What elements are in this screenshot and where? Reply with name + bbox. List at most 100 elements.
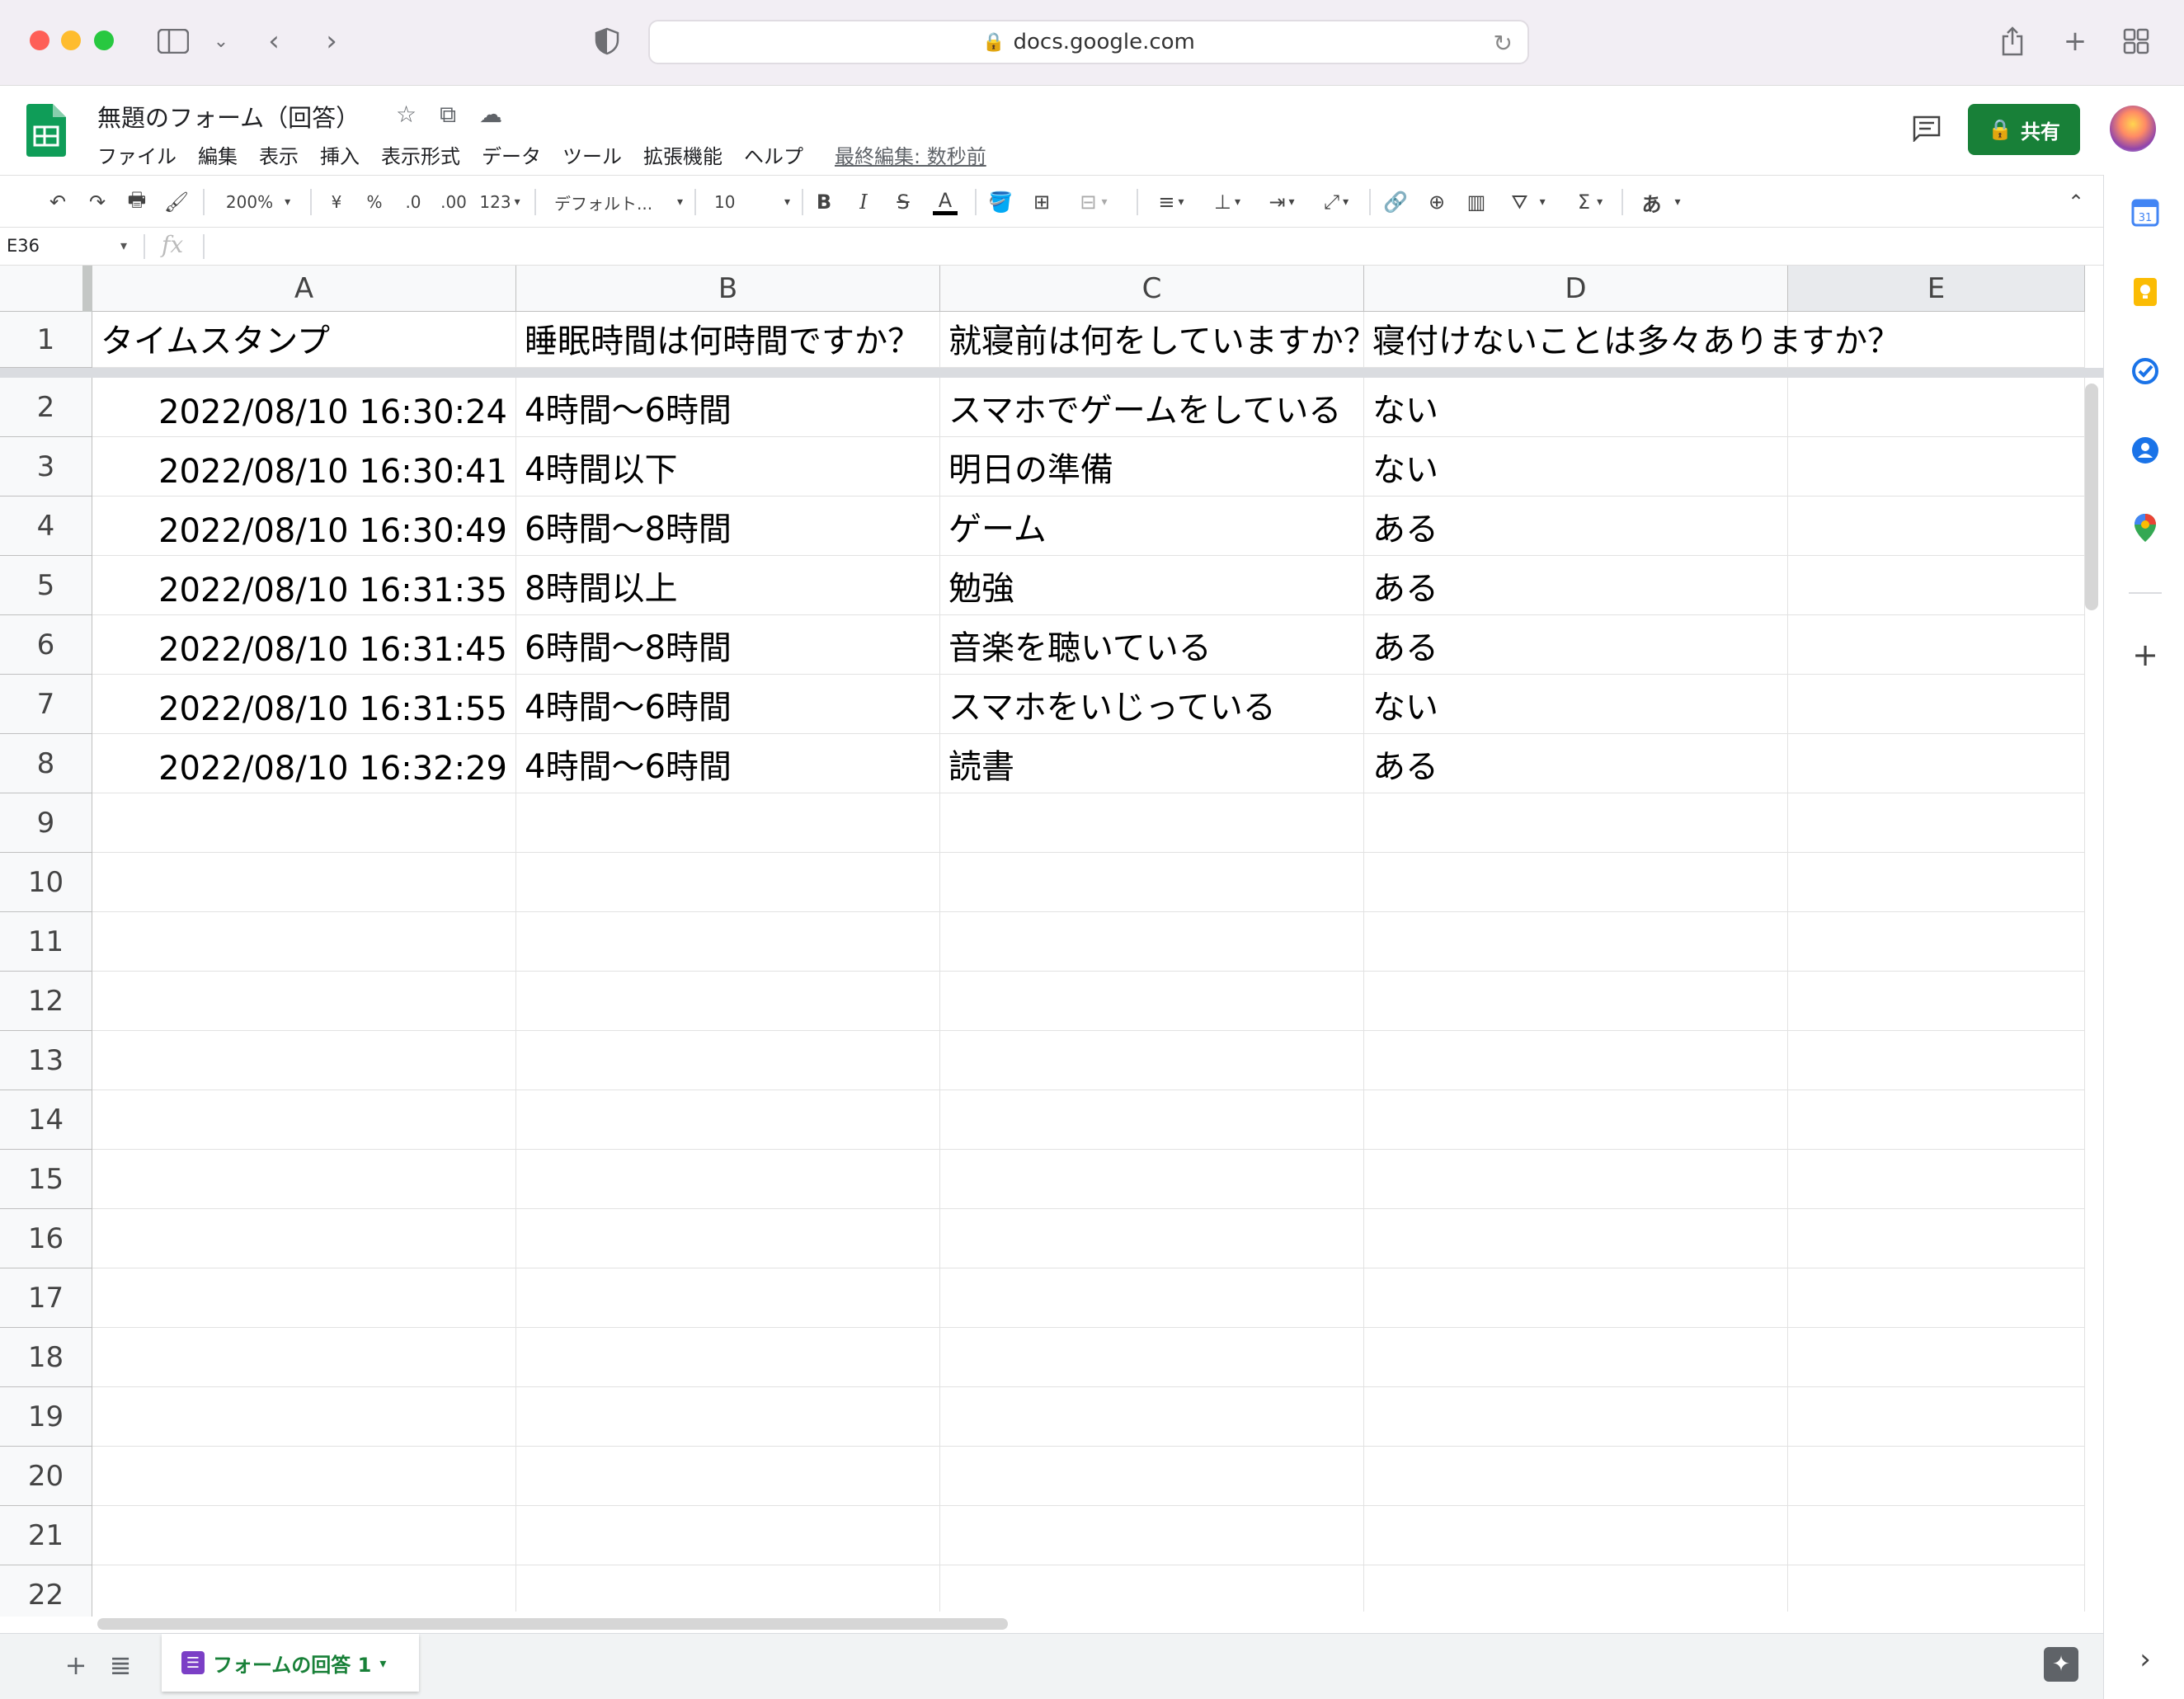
column-header-d[interactable]: D (1364, 266, 1788, 312)
table-cell[interactable] (92, 1447, 516, 1506)
table-cell[interactable] (92, 972, 516, 1031)
table-cell[interactable]: ゲーム (940, 497, 1364, 556)
menu-view[interactable]: 表示 (259, 140, 299, 169)
table-cell[interactable] (1788, 912, 2085, 972)
print-icon[interactable]: 🖶 (122, 186, 152, 219)
merge-cells-icon[interactable]: ⊟ ▾ (1071, 186, 1117, 219)
table-cell[interactable] (1364, 1447, 1788, 1506)
minimize-window-button[interactable] (61, 31, 81, 50)
horizontal-align-icon[interactable]: ≡ ▾ (1148, 186, 1194, 219)
horizontal-scrollbar[interactable] (97, 1618, 1008, 1630)
row-header[interactable]: 16 (0, 1209, 92, 1268)
table-cell[interactable]: ない (1364, 378, 1788, 437)
strikethrough-button[interactable]: S (891, 186, 915, 219)
table-cell[interactable] (516, 1387, 940, 1447)
table-cell[interactable]: 4時間以下 (516, 437, 940, 497)
table-cell[interactable]: スマホをいじっている (940, 675, 1364, 734)
increase-decimal-button[interactable]: .00 (437, 186, 470, 219)
row-header[interactable]: 10 (0, 853, 92, 912)
table-cell[interactable] (940, 793, 1364, 853)
table-cell[interactable] (516, 1150, 940, 1209)
insert-chart-icon[interactable]: ▥ (1461, 186, 1491, 219)
table-cell[interactable]: ない (1364, 437, 1788, 497)
table-cell[interactable] (1364, 793, 1788, 853)
document-title[interactable]: 無題のフォーム（回答） (97, 99, 360, 134)
table-cell[interactable] (940, 1209, 1364, 1268)
fill-color-icon[interactable]: 🪣 (986, 186, 1014, 219)
table-cell[interactable] (940, 1268, 1364, 1328)
currency-format-button[interactable]: ¥ (325, 186, 348, 219)
table-cell[interactable] (516, 1031, 940, 1090)
row-header[interactable]: 21 (0, 1506, 92, 1565)
menu-data[interactable]: データ (482, 140, 541, 169)
functions-icon[interactable]: Σ ▾ (1567, 186, 1613, 219)
zoom-window-button[interactable] (94, 31, 114, 50)
table-cell[interactable] (1788, 497, 2085, 556)
text-rotation-icon[interactable]: ⤢ ▾ (1313, 186, 1359, 219)
freeze-handle[interactable] (82, 266, 92, 312)
table-cell[interactable] (92, 1209, 516, 1268)
table-cell[interactable] (516, 1328, 940, 1387)
table-cell[interactable]: 6時間〜8時間 (516, 615, 940, 675)
table-cell[interactable] (940, 1387, 1364, 1447)
formula-input[interactable] (214, 231, 2095, 262)
column-header-a[interactable]: A (92, 266, 516, 312)
table-cell[interactable] (940, 1447, 1364, 1506)
table-cell[interactable] (92, 793, 516, 853)
italic-button[interactable]: I (851, 186, 876, 219)
column-header-c[interactable]: C (940, 266, 1364, 312)
table-cell[interactable] (1364, 1150, 1788, 1209)
forward-icon[interactable]: › (312, 21, 351, 61)
font-family-select[interactable]: デフォルト... ▾ (554, 186, 683, 219)
table-cell[interactable]: 2022/08/10 16:32:29 (92, 734, 516, 793)
add-sheet-button[interactable]: + (58, 1647, 94, 1683)
table-cell[interactable] (1788, 675, 2085, 734)
table-cell[interactable]: 読書 (940, 734, 1364, 793)
table-cell[interactable] (940, 1506, 1364, 1565)
zoom-select[interactable]: 200% ▾ (221, 186, 295, 219)
comment-history-icon[interactable] (1910, 112, 1943, 145)
table-cell[interactable] (940, 1031, 1364, 1090)
table-cell[interactable]: 2022/08/10 16:30:41 (92, 437, 516, 497)
table-cell[interactable] (940, 972, 1364, 1031)
table-cell[interactable]: ある (1364, 615, 1788, 675)
sheet-tab-form-responses[interactable]: ☰ フォームの回答 1 ▾ (162, 1634, 419, 1692)
row-header[interactable]: 9 (0, 793, 92, 853)
row-header[interactable]: 6 (0, 615, 92, 675)
header-cell[interactable]: タイムスタンプ (92, 312, 516, 368)
row-header[interactable]: 13 (0, 1031, 92, 1090)
table-cell[interactable] (1364, 1387, 1788, 1447)
url-bar[interactable]: 🔒 docs.google.com ↻ (648, 20, 1529, 64)
table-cell[interactable] (1364, 912, 1788, 972)
table-cell[interactable] (1788, 793, 2085, 853)
menu-extensions[interactable]: 拡張機能 (643, 140, 723, 169)
table-cell[interactable] (940, 853, 1364, 912)
column-header-b[interactable]: B (516, 266, 940, 312)
row-header[interactable]: 11 (0, 912, 92, 972)
row-header[interactable]: 1 (0, 312, 92, 368)
spreadsheet-grid[interactable]: A B C D E 1 タイムスタンプ 睡眠時間は何時間ですか？ 就寝前は何をしていますか？ 寝付… (0, 266, 2103, 1617)
table-cell[interactable] (516, 793, 940, 853)
table-cell[interactable]: ない (1364, 675, 1788, 734)
table-cell[interactable] (940, 1565, 1364, 1617)
calendar-icon[interactable]: 31 (2129, 196, 2162, 229)
row-header[interactable]: 22 (0, 1565, 92, 1617)
new-tab-icon[interactable]: + (2055, 21, 2095, 61)
move-folder-icon[interactable]: ⧉ (440, 101, 456, 129)
header-cell[interactable]: 寝付けないことは多々ありますか？ (1364, 312, 1900, 368)
row-header[interactable]: 7 (0, 675, 92, 734)
table-cell[interactable] (1788, 615, 2085, 675)
row-header[interactable]: 17 (0, 1268, 92, 1328)
cloud-status-icon[interactable]: ☁ (479, 101, 502, 129)
table-cell[interactable] (1788, 437, 2085, 497)
table-cell[interactable] (92, 1031, 516, 1090)
table-cell[interactable] (1788, 556, 2085, 615)
privacy-shield-icon[interactable] (587, 21, 627, 61)
table-cell[interactable] (1364, 1090, 1788, 1150)
row-header[interactable]: 4 (0, 497, 92, 556)
menu-format[interactable]: 表示形式 (381, 140, 460, 169)
table-cell[interactable]: 勉強 (940, 556, 1364, 615)
table-cell[interactable] (516, 1209, 940, 1268)
row-header[interactable]: 18 (0, 1328, 92, 1387)
table-cell[interactable] (516, 1268, 940, 1328)
